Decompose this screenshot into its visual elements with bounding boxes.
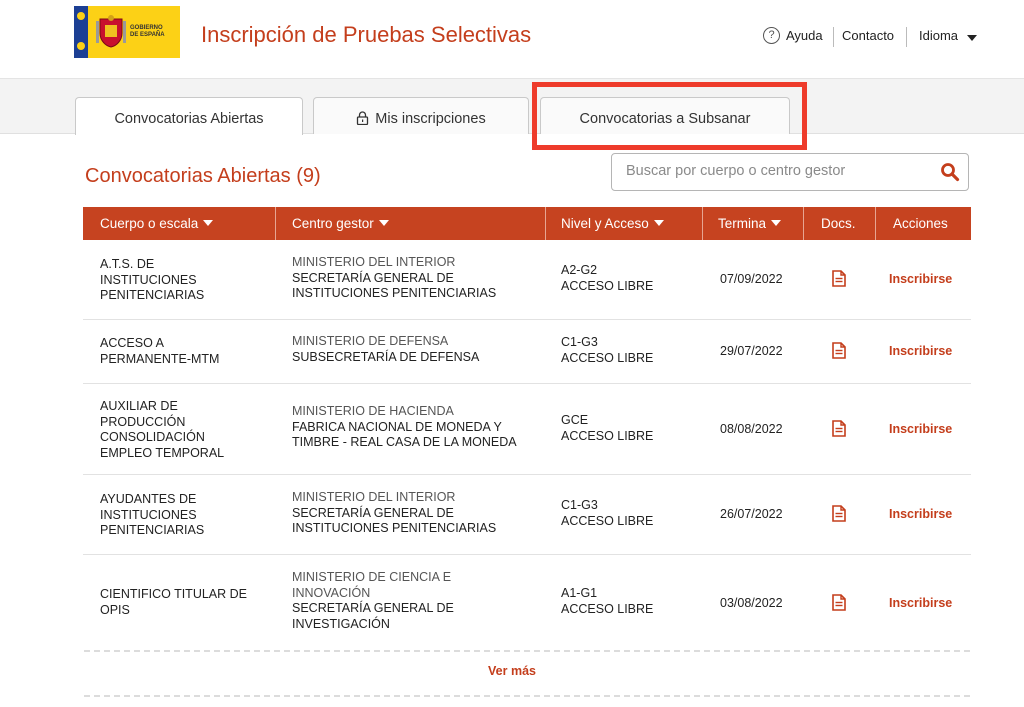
- column-divider: [803, 207, 804, 240]
- termina-cell: 07/09/2022: [720, 272, 783, 286]
- centro-text: SUBSECRETARÍA DE DEFENSA: [292, 349, 480, 364]
- column-divider: [275, 207, 276, 240]
- column-header-acciones: Acciones: [893, 216, 948, 231]
- ministry-text: MINISTERIO DE HACIENDA: [292, 404, 454, 418]
- centro-text: SECRETARÍA GENERAL DE INSTITUCIONES PENI…: [292, 270, 497, 301]
- nivel-cell: C1-G3 ACCESO LIBRE: [561, 498, 654, 528]
- termina-cell: 08/08/2022: [720, 422, 783, 436]
- gobierno-logo[interactable]: GOBIERNO DE ESPAÑA: [74, 6, 180, 58]
- cuerpo-cell: A.T.S. DE INSTITUCIONES PENITENCIARIAS: [100, 257, 205, 302]
- ministry-text: MINISTERIO DE CIENCIA E INNOVACIÓN: [292, 570, 452, 600]
- sort-caret-icon: [653, 220, 664, 226]
- nav-divider: [906, 27, 907, 47]
- column-header-termina[interactable]: Termina: [718, 207, 782, 240]
- search-icon[interactable]: [940, 162, 960, 182]
- tab-label: Convocatorias Abiertas: [114, 111, 264, 127]
- sort-caret-icon: [771, 220, 782, 226]
- sort-caret-icon: [378, 220, 389, 226]
- termina-cell: 26/07/2022: [720, 507, 783, 521]
- column-header-centro[interactable]: Centro gestor: [292, 207, 389, 240]
- cuerpo-cell: CIENTIFICO TITULAR DE OPIS: [100, 587, 248, 617]
- inscribirse-link[interactable]: Inscribirse: [889, 344, 952, 358]
- tab-convocatorias-abiertas[interactable]: Convocatorias Abiertas: [75, 97, 303, 135]
- inscribirse-link[interactable]: Inscribirse: [889, 507, 952, 521]
- nivel-cell: A1-G1 ACCESO LIBRE: [561, 586, 654, 616]
- section-title: Convocatorias Abiertas (9): [85, 165, 321, 187]
- inscribirse-link[interactable]: Inscribirse: [889, 422, 952, 436]
- tab-label: Mis inscripciones: [375, 111, 486, 127]
- column-header-nivel[interactable]: Nivel y Acceso: [561, 207, 664, 240]
- nivel-cell: GCE ACCESO LIBRE: [561, 413, 654, 443]
- centro-cell: MINISTERIO DE DEFENSA SUBSECRETARÍA DE D…: [292, 334, 479, 365]
- nav-divider: [833, 27, 834, 47]
- app-title: Inscripción de Pruebas Selectivas: [201, 22, 532, 47]
- table-row: ACCESO A PERMANENTE-MTM MINISTERIO DE DE…: [83, 320, 971, 384]
- dashed-divider: [84, 695, 970, 697]
- termina-cell: 29/07/2022: [720, 344, 783, 358]
- nivel-cell: C1-G3 ACCESO LIBRE: [561, 335, 654, 365]
- help-icon[interactable]: ?: [763, 27, 780, 44]
- inscribirse-link[interactable]: Inscribirse: [889, 596, 952, 610]
- column-header-docs: Docs.: [821, 216, 856, 231]
- lock-icon: [357, 111, 369, 125]
- cuerpo-cell: AUXILIAR DE PRODUCCIÓN CONSOLIDACIÓN EMP…: [100, 399, 225, 460]
- column-divider: [545, 207, 546, 240]
- column-divider: [702, 207, 703, 240]
- ministry-text: MINISTERIO DE DEFENSA: [292, 334, 449, 348]
- document-icon[interactable]: [832, 420, 846, 437]
- table-header: Cuerpo o escala Centro gestor Nivel y Ac…: [83, 207, 971, 240]
- centro-cell: MINISTERIO DE HACIENDA FABRICA NACIONAL …: [292, 404, 517, 451]
- coat-of-arms-icon: [96, 15, 126, 48]
- document-icon[interactable]: [832, 270, 846, 287]
- document-icon[interactable]: [832, 505, 846, 522]
- ministry-text: MINISTERIO DEL INTERIOR: [292, 490, 456, 504]
- termina-cell: 03/08/2022: [720, 596, 783, 610]
- centro-text: SECRETARÍA GENERAL DE INSTITUCIONES PENI…: [292, 505, 497, 536]
- chevron-down-icon: [967, 35, 977, 41]
- centro-cell: MINISTERIO DEL INTERIOR SECRETARÍA GENER…: [292, 255, 496, 302]
- highlight-box: [532, 82, 807, 150]
- nivel-cell: A2-G2 ACCESO LIBRE: [561, 263, 654, 293]
- ministry-text: MINISTERIO DEL INTERIOR: [292, 255, 456, 269]
- flag-stripe: [74, 6, 88, 58]
- tab-mis-inscripciones[interactable]: Mis inscripciones: [313, 97, 529, 134]
- contact-link[interactable]: Contacto: [842, 28, 894, 43]
- cuerpo-cell: ACCESO A PERMANENTE-MTM: [100, 336, 220, 366]
- search-input[interactable]: [624, 162, 928, 180]
- centro-cell: MINISTERIO DEL INTERIOR SECRETARÍA GENER…: [292, 490, 496, 537]
- table-row: AUXILIAR DE PRODUCCIÓN CONSOLIDACIÓN EMP…: [83, 384, 971, 475]
- language-dropdown[interactable]: Idioma: [919, 28, 958, 43]
- document-icon[interactable]: [832, 342, 846, 359]
- table-row: A.T.S. DE INSTITUCIONES PENITENCIARIAS M…: [83, 240, 971, 320]
- site-header: GOBIERNO DE ESPAÑA Inscripción de Prueba…: [0, 0, 1024, 78]
- centro-text: FABRICA NACIONAL DE MONEDA Y TIMBRE - RE…: [292, 419, 517, 450]
- inscribirse-link[interactable]: Inscribirse: [889, 272, 952, 286]
- sort-caret-icon: [203, 220, 214, 226]
- table-row: CIENTIFICO TITULAR DE OPIS MINISTERIO DE…: [83, 555, 971, 650]
- logo-text: GOBIERNO DE ESPAÑA: [130, 25, 165, 38]
- document-icon[interactable]: [832, 594, 846, 611]
- ver-mas-link[interactable]: Ver más: [0, 664, 1024, 678]
- cuerpo-cell: AYUDANTES DE INSTITUCIONES PENITENCIARIA…: [100, 492, 205, 537]
- help-link[interactable]: Ayuda: [786, 28, 823, 43]
- table-row: AYUDANTES DE INSTITUCIONES PENITENCIARIA…: [83, 475, 971, 555]
- centro-text: SECRETARÍA GENERAL DE INVESTIGACIÓN: [292, 601, 454, 631]
- search-box: [611, 153, 969, 191]
- dashed-divider: [84, 650, 970, 652]
- column-divider: [875, 207, 876, 240]
- centro-cell: MINISTERIO DE CIENCIA E INNOVACIÓN SECRE…: [292, 570, 454, 632]
- column-header-cuerpo[interactable]: Cuerpo o escala: [100, 207, 214, 240]
